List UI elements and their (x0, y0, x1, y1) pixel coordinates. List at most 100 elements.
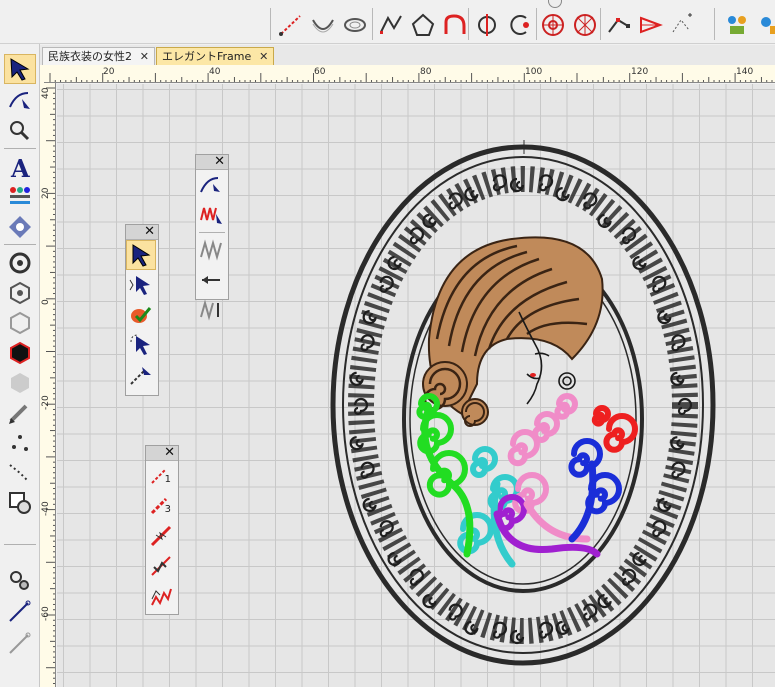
toolbar-separator (4, 148, 36, 149)
ruler-label: 20 (41, 187, 51, 199)
tab-document-2[interactable]: エレガントFrame ✕ (156, 47, 275, 65)
hexagon-grey-icon[interactable] (4, 368, 36, 398)
toolbar-group-nodes (604, 8, 698, 42)
ruler-label: -20 (41, 395, 51, 410)
arc-tool-icon[interactable] (440, 10, 470, 40)
node-edit-icon[interactable] (604, 10, 634, 40)
hexagon-light-icon[interactable] (4, 308, 36, 338)
zoom-tool-icon[interactable] (4, 116, 36, 146)
stitch-palette: ✕ (195, 154, 229, 321)
palette-title-bar[interactable]: ✕ (146, 445, 178, 461)
select-palette: ✕ (125, 224, 159, 396)
select-arrow-icon[interactable] (4, 54, 36, 84)
dotted-line-icon[interactable] (4, 458, 36, 488)
ruler-label: 40 (209, 67, 221, 77)
palette-title-bar[interactable]: ✕ (126, 224, 158, 240)
horizontal-ruler: 20 40 60 80 100 120 140 (44, 65, 775, 83)
run-stitch-single-icon[interactable]: 1 (146, 461, 176, 491)
text-tool-icon[interactable]: A (4, 152, 36, 182)
palette-close-icon[interactable]: ✕ (164, 445, 175, 460)
pencil-tool-icon[interactable] (4, 398, 36, 428)
ruler-label: 20 (103, 67, 115, 77)
manual-stitch-icon[interactable] (4, 628, 36, 658)
ruler-label: 60 (314, 67, 326, 77)
ruler-label: 0 (41, 299, 51, 305)
toolbar-group-misc (722, 8, 775, 42)
outer-frame-ring (330, 144, 716, 666)
zigzag-run-icon[interactable] (146, 581, 176, 611)
monogram-tool-icon[interactable] (754, 10, 775, 40)
ruler-label: 80 (420, 67, 432, 77)
ruler-label: 100 (525, 67, 543, 77)
toolbar-separator (4, 244, 36, 245)
line-select-icon[interactable] (126, 360, 156, 390)
palette-separator (199, 232, 225, 233)
zigzag-stitch-icon[interactable] (196, 235, 226, 265)
toolbar-group-edit (472, 8, 534, 42)
svg-text:A: A (10, 154, 30, 181)
toolbar-separator (714, 8, 715, 40)
top-toolbar (0, 0, 775, 44)
ruler-label: 140 (736, 67, 754, 77)
lasso-select-icon[interactable] (126, 330, 156, 360)
lips (530, 373, 536, 377)
ruler-label: 40 (41, 87, 51, 99)
ring-tool-icon[interactable] (340, 10, 370, 40)
ruler-label: -40 (41, 501, 51, 516)
document-tab-bar: 民族衣装の女性2 ✕ エレガントFrame ✕ (40, 45, 775, 65)
palette-title-bar[interactable]: ✕ (196, 154, 228, 170)
select-points-icon[interactable] (126, 270, 156, 300)
tab-document-1[interactable]: 民族衣装の女性2 ✕ (42, 47, 155, 65)
toolbar-separator (270, 8, 271, 40)
scroll-indicator-icon (548, 0, 562, 8)
motif-stitch-icon[interactable] (146, 551, 176, 581)
tab-close-icon[interactable]: ✕ (259, 48, 268, 65)
color-select-icon[interactable] (126, 300, 156, 330)
line-tool-icon[interactable] (276, 10, 306, 40)
circle-tool-icon[interactable] (4, 248, 36, 278)
bean-stitch-icon[interactable] (146, 521, 176, 551)
reshape-tool-icon[interactable] (4, 86, 36, 116)
running-stitch-palette: ✕ 1 3 (145, 445, 179, 615)
tab-label: 民族衣装の女性2 (48, 50, 132, 63)
applique-tool-icon[interactable] (722, 10, 752, 40)
stitch-node-icon[interactable] (668, 10, 698, 40)
spiral-fill-icon[interactable] (570, 10, 600, 40)
satin-stitch-icon[interactable] (196, 200, 226, 230)
stitch-count-label: 1 (164, 474, 171, 485)
select-object-icon[interactable] (126, 240, 156, 270)
needle-tool-icon[interactable] (4, 596, 36, 626)
direction-arrow-icon[interactable] (636, 10, 666, 40)
toolbar-separator (372, 8, 373, 40)
toolbar-separator (4, 544, 36, 545)
hexagon-outline-icon[interactable] (4, 278, 36, 308)
run-stitch-triple-icon[interactable]: 3 (146, 491, 176, 521)
stitch-count-label: 3 (164, 504, 171, 515)
design-canvas[interactable]: ✕ ✕ ✕ 1 3 (57, 84, 775, 687)
ruler-label: 120 (631, 67, 649, 77)
toolbar-group-paths (376, 8, 470, 42)
point-tool-icon[interactable] (4, 428, 36, 458)
toolbar-separator (600, 8, 601, 40)
motif-tool-icon[interactable] (4, 212, 36, 242)
tab-label: エレガントFrame (162, 50, 252, 63)
stitch-end-icon[interactable] (196, 295, 226, 325)
hexagon-fill-icon[interactable] (4, 338, 36, 368)
palette-close-icon[interactable]: ✕ (214, 154, 225, 169)
vertical-ruler: 40 20 0 -20 -40 -60 (40, 83, 56, 687)
tab-close-icon[interactable]: ✕ (140, 48, 149, 65)
radial-fill-icon[interactable] (538, 10, 568, 40)
toolbar-group-shapes (276, 8, 370, 42)
left-toolbar: A (0, 44, 40, 687)
reshape-stitch-icon[interactable] (196, 170, 226, 200)
polyline-tool-icon[interactable] (376, 10, 406, 40)
shape-combine-icon[interactable] (4, 488, 36, 518)
palette-close-icon[interactable]: ✕ (144, 224, 155, 239)
split-tool-icon[interactable] (472, 10, 502, 40)
cut-tool-icon[interactable] (504, 10, 534, 40)
polygon-tool-icon[interactable] (408, 10, 438, 40)
stitch-simulator-icon[interactable] (4, 566, 36, 596)
people-tool-icon[interactable] (4, 182, 36, 212)
stitch-direction-icon[interactable] (196, 265, 226, 295)
curve-tool-icon[interactable] (308, 10, 338, 40)
